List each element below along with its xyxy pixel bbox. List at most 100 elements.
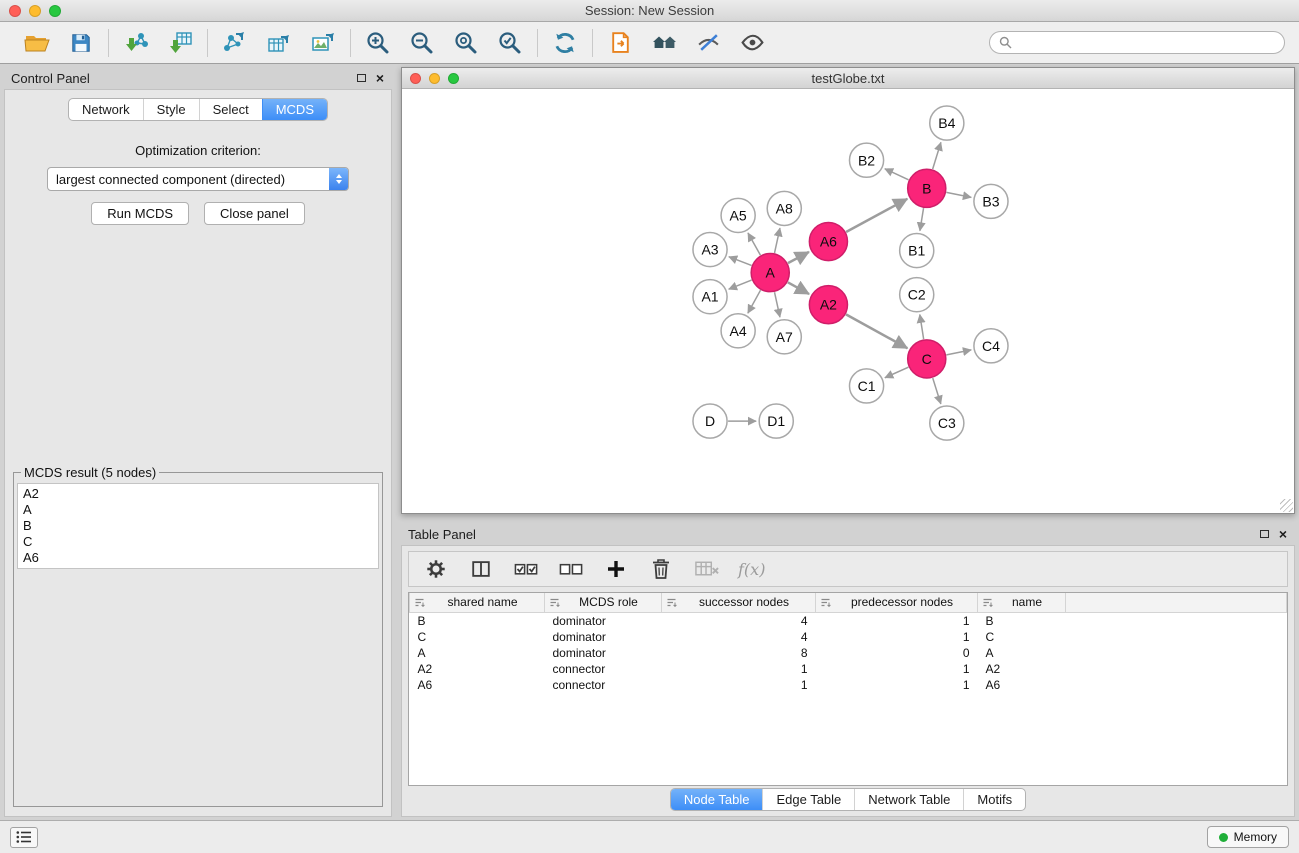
zoom-fit-button[interactable] [451, 27, 481, 59]
node-A7[interactable]: A7 [767, 320, 801, 354]
edge-B-B1[interactable] [920, 208, 924, 231]
close-panel-icon[interactable]: × [376, 73, 384, 83]
table-cell[interactable]: 4 [662, 612, 816, 629]
column-header-shared-name[interactable]: shared name [410, 593, 545, 612]
edge-A-A3[interactable] [729, 257, 752, 266]
refresh-view-button[interactable] [550, 27, 580, 59]
edge-A-A8[interactable] [775, 228, 780, 253]
export-table-button[interactable] [264, 27, 294, 59]
table-cell[interactable]: B [978, 612, 1066, 629]
zoom-selected-button[interactable] [495, 27, 525, 59]
table-cell[interactable]: dominator [545, 629, 662, 645]
node-B[interactable]: B [908, 169, 946, 207]
memory-button[interactable]: Memory [1207, 826, 1289, 848]
node-C2[interactable]: C2 [900, 278, 934, 312]
window-resize-handle[interactable] [1280, 499, 1293, 512]
node-B1[interactable]: B1 [900, 233, 934, 267]
table-cell[interactable]: C [978, 629, 1066, 645]
save-session-button[interactable] [66, 27, 96, 59]
node-D1[interactable]: D1 [759, 404, 793, 438]
network-canvas[interactable]: B4B2BB3A8A5A6A3B1AC2A1A2A4A7C4CC1C3DD1 [402, 89, 1294, 513]
table-cell[interactable]: dominator [545, 645, 662, 661]
edge-A-A4[interactable] [748, 290, 761, 313]
mcds-result-item[interactable]: A6 [23, 550, 373, 566]
edge-C-C2[interactable] [920, 315, 924, 340]
annotation-button[interactable] [693, 27, 723, 59]
table-cell[interactable]: 4 [662, 629, 816, 645]
table-cell[interactable]: connector [545, 677, 662, 693]
create-column-button[interactable] [603, 553, 629, 585]
tab-edge-table[interactable]: Edge Table [762, 789, 854, 810]
close-window-button[interactable] [9, 5, 21, 17]
float-panel-icon[interactable] [357, 74, 366, 82]
table-cell[interactable]: 1 [662, 677, 816, 693]
function-builder-icon[interactable]: f(x) [738, 560, 765, 579]
table-row[interactable]: Adominator80A [410, 645, 1287, 661]
node-C1[interactable]: C1 [849, 369, 883, 403]
edge-C-C1[interactable] [885, 367, 909, 378]
tab-select[interactable]: Select [199, 99, 262, 120]
table-cell[interactable]: 1 [816, 629, 978, 645]
table-row[interactable]: Cdominator41C [410, 629, 1287, 645]
node-A2[interactable]: A2 [809, 286, 847, 324]
table-cell[interactable]: 8 [662, 645, 816, 661]
column-header-name[interactable]: name [978, 593, 1066, 612]
tab-motifs[interactable]: Motifs [963, 789, 1025, 810]
minimize-network-window-button[interactable] [429, 73, 440, 84]
close-table-panel-icon[interactable]: × [1279, 529, 1287, 539]
criterion-dropdown[interactable]: largest connected component (directed) [47, 167, 349, 191]
tab-node-table[interactable]: Node Table [671, 789, 763, 810]
tab-mcds[interactable]: MCDS [262, 99, 327, 120]
table-cell[interactable]: A [410, 645, 545, 661]
mcds-result-item[interactable]: A2 [23, 486, 373, 502]
edge-A6-B[interactable] [846, 199, 907, 232]
table-cell[interactable]: A [978, 645, 1066, 661]
edge-A2-C[interactable] [846, 314, 907, 348]
table-row[interactable]: A6connector11A6 [410, 677, 1287, 693]
node-C3[interactable]: C3 [930, 406, 964, 440]
tab-network-table[interactable]: Network Table [854, 789, 963, 810]
home-button[interactable] [649, 27, 679, 59]
export-network-button[interactable] [220, 27, 250, 59]
show-hide-button[interactable] [737, 27, 767, 59]
table-cell[interactable]: 1 [816, 612, 978, 629]
edge-C-C4[interactable] [946, 350, 971, 355]
table-cell[interactable]: A6 [978, 677, 1066, 693]
table-cell[interactable]: B [410, 612, 545, 629]
node-C[interactable]: C [908, 340, 946, 378]
node-B2[interactable]: B2 [849, 143, 883, 177]
table-cell[interactable]: A6 [410, 677, 545, 693]
node-D[interactable]: D [693, 404, 727, 438]
network-graph[interactable]: B4B2BB3A8A5A6A3B1AC2A1A2A4A7C4CC1C3DD1 [402, 89, 1294, 514]
zoom-in-button[interactable] [363, 27, 393, 59]
table-cell[interactable]: A2 [978, 661, 1066, 677]
column-header-predecessor-nodes[interactable]: predecessor nodes [816, 593, 978, 612]
delete-columns-button[interactable] [648, 553, 674, 585]
float-table-panel-icon[interactable] [1260, 530, 1269, 538]
zoom-window-button[interactable] [49, 5, 61, 17]
table-cell[interactable]: 1 [816, 661, 978, 677]
column-header-successor-nodes[interactable]: successor nodes [662, 593, 816, 612]
mcds-result-item[interactable]: A [23, 502, 373, 518]
delete-table-button[interactable] [693, 553, 719, 585]
table-cell[interactable]: C [410, 629, 545, 645]
search-box[interactable] [989, 31, 1285, 54]
run-mcds-button[interactable]: Run MCDS [91, 202, 189, 225]
node-A[interactable]: A [751, 254, 789, 292]
edge-B-B4[interactable] [933, 142, 941, 169]
edge-C-C3[interactable] [933, 378, 941, 404]
edge-B-B3[interactable] [946, 192, 971, 197]
table-cell[interactable]: 1 [662, 661, 816, 677]
edge-A-A5[interactable] [748, 233, 760, 255]
node-C4[interactable]: C4 [974, 329, 1008, 363]
unselect-all-columns-button[interactable] [558, 553, 584, 585]
zoom-out-button[interactable] [407, 27, 437, 59]
table-row[interactable]: Bdominator41B [410, 612, 1287, 629]
node-A4[interactable]: A4 [721, 314, 755, 348]
select-all-columns-button[interactable] [513, 553, 539, 585]
open-session-button[interactable] [22, 27, 52, 59]
search-input[interactable] [1017, 36, 1275, 50]
open-ndex-button[interactable] [605, 27, 635, 59]
close-panel-button[interactable]: Close panel [204, 202, 305, 225]
table-cell[interactable]: A2 [410, 661, 545, 677]
